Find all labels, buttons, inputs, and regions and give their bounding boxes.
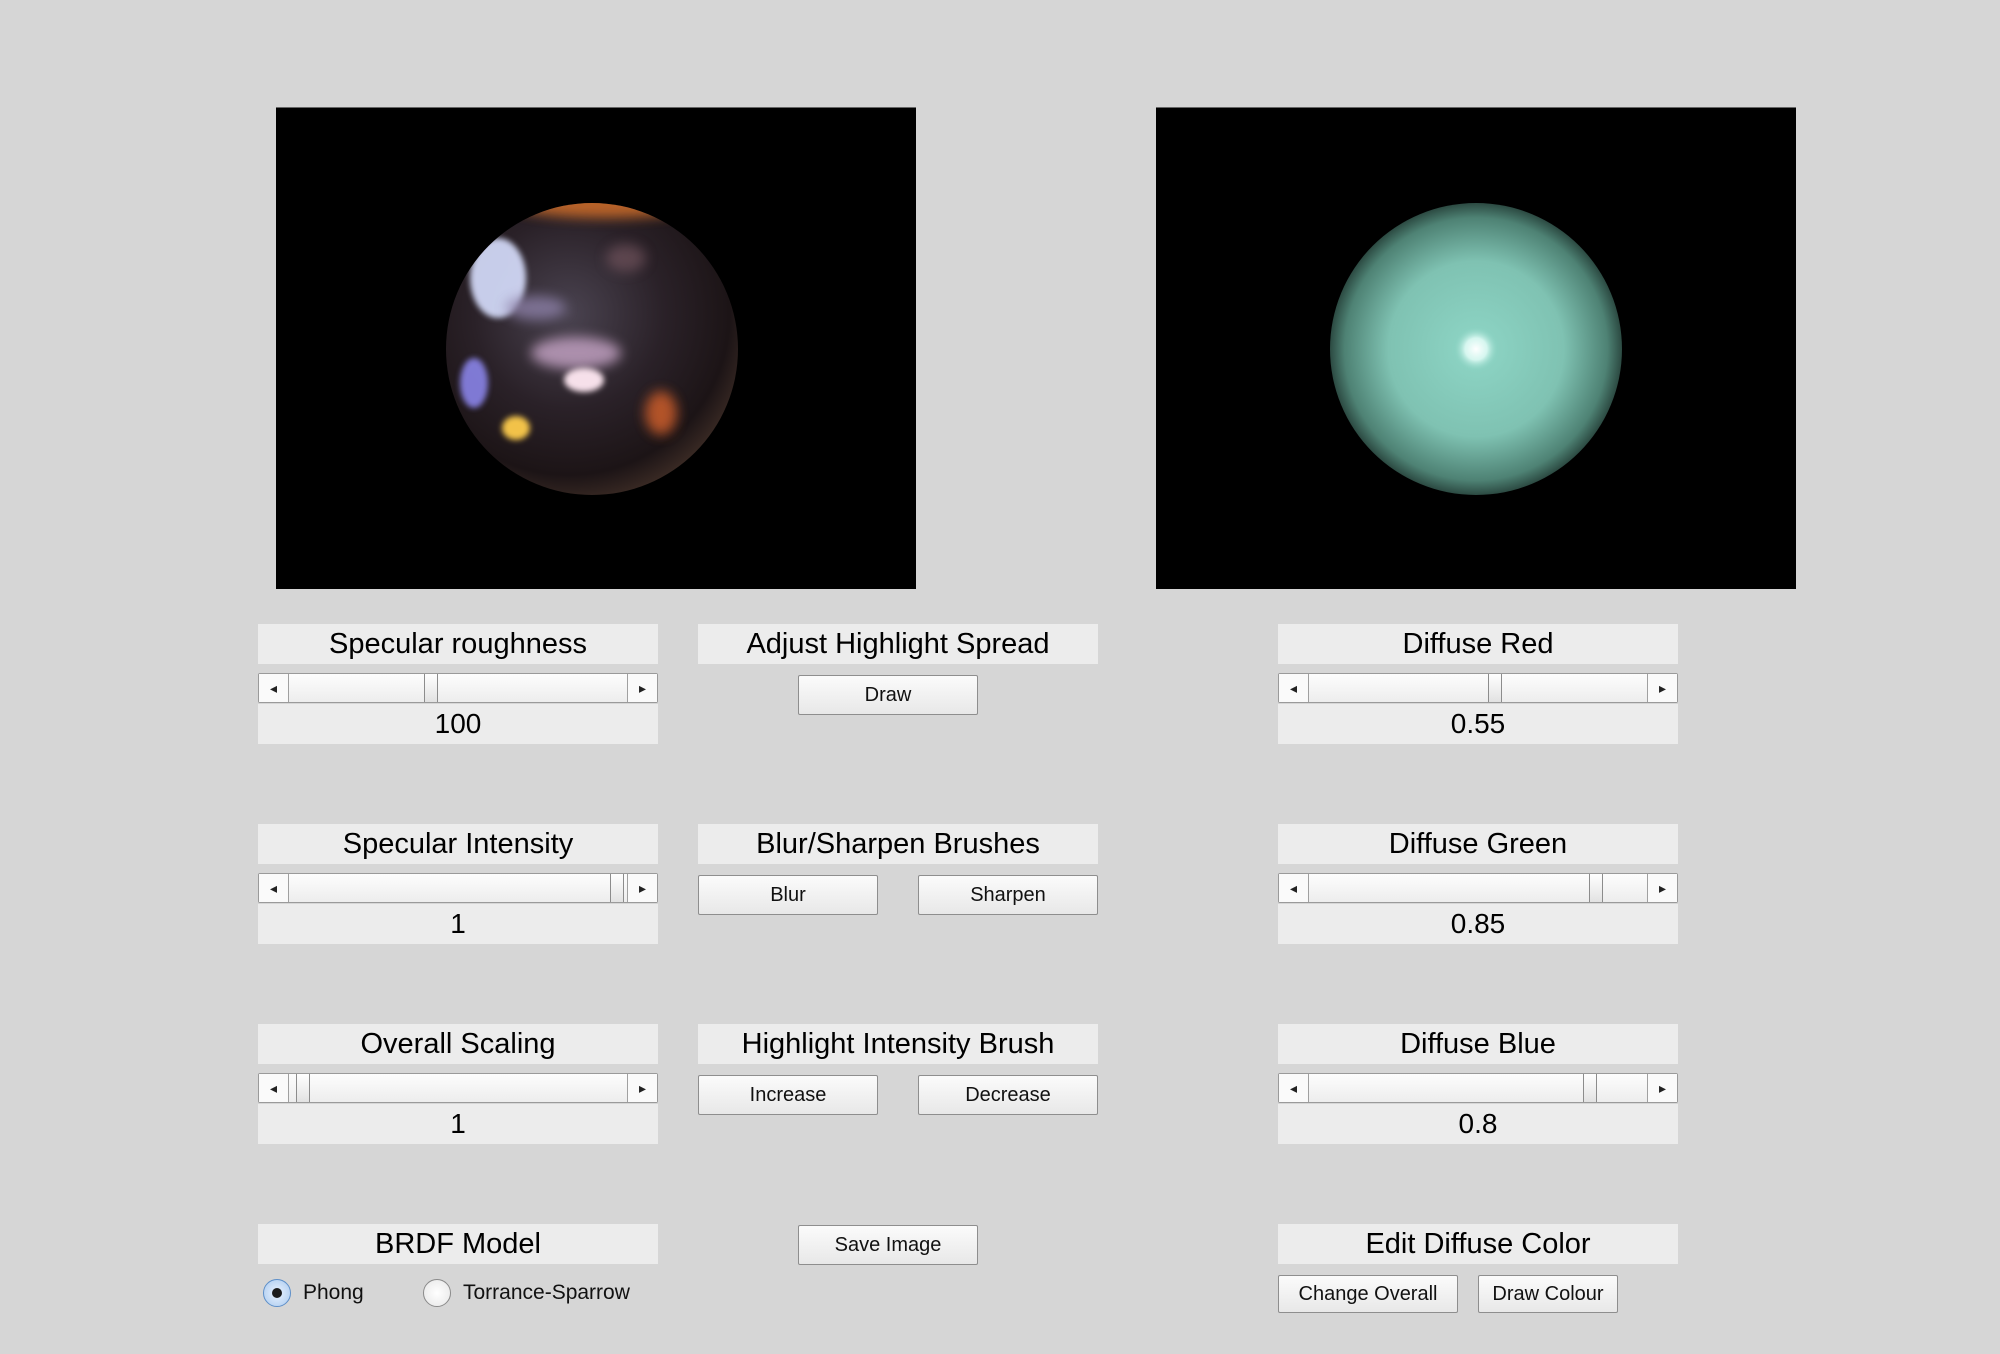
sharpen-button[interactable]: Sharpen [918, 875, 1098, 915]
slider-right-arrow-icon[interactable]: ▸ [1647, 874, 1677, 902]
slider-track[interactable] [1309, 1074, 1647, 1102]
radio-unselected-icon[interactable] [423, 1279, 451, 1307]
slider-thumb[interactable] [295, 1074, 310, 1102]
diffuse-blue-slider[interactable]: ◂ ▸ [1278, 1073, 1678, 1103]
slider-left-arrow-icon[interactable]: ◂ [259, 874, 289, 902]
decrease-button[interactable]: Decrease [918, 1075, 1098, 1115]
specular-roughness-slider[interactable]: ◂ ▸ [258, 673, 658, 703]
radio-torrance-sparrow[interactable]: Torrance-Sparrow [423, 1279, 630, 1307]
radio-phong-label: Phong [303, 1281, 364, 1304]
slider-track[interactable] [1309, 874, 1647, 902]
brdf-model-label: BRDF Model [258, 1224, 658, 1264]
radio-torrance-sparrow-label: Torrance-Sparrow [463, 1281, 630, 1304]
diffuse-red-slider[interactable]: ◂ ▸ [1278, 673, 1678, 703]
diffuse-green-label: Diffuse Green [1278, 824, 1678, 864]
specular-roughness-value: 100 [258, 704, 658, 744]
blur-button[interactable]: Blur [698, 875, 878, 915]
slider-track[interactable] [1309, 674, 1647, 702]
diffuse-green-value: 0.85 [1278, 904, 1678, 944]
slider-right-arrow-icon[interactable]: ▸ [627, 674, 657, 702]
change-overall-button[interactable]: Change Overall [1278, 1275, 1458, 1313]
increase-button[interactable]: Increase [698, 1075, 878, 1115]
highlight-spread-label: Adjust Highlight Spread [698, 624, 1098, 664]
slider-thumb[interactable] [1487, 674, 1502, 702]
slider-left-arrow-icon[interactable]: ◂ [1279, 674, 1309, 702]
diffuse-blue-label: Diffuse Blue [1278, 1024, 1678, 1064]
diffuse-green-slider[interactable]: ◂ ▸ [1278, 873, 1678, 903]
slider-right-arrow-icon[interactable]: ▸ [627, 1074, 657, 1102]
slider-thumb[interactable] [609, 874, 624, 902]
blur-sharpen-label: Blur/Sharpen Brushes [698, 824, 1098, 864]
draw-button[interactable]: Draw [798, 675, 978, 715]
slider-left-arrow-icon[interactable]: ◂ [259, 1074, 289, 1102]
diffuse-red-label: Diffuse Red [1278, 624, 1678, 664]
diffuse-blue-value: 0.8 [1278, 1104, 1678, 1144]
draw-colour-button[interactable]: Draw Colour [1478, 1275, 1618, 1313]
diffuse-red-value: 0.55 [1278, 704, 1678, 744]
overall-scaling-label: Overall Scaling [258, 1024, 658, 1064]
highlight-intensity-label: Highlight Intensity Brush [698, 1024, 1098, 1064]
slider-thumb[interactable] [1589, 874, 1604, 902]
slider-left-arrow-icon[interactable]: ◂ [1279, 1074, 1309, 1102]
slider-track[interactable] [289, 874, 627, 902]
slider-track[interactable] [289, 1074, 627, 1102]
radio-phong[interactable]: Phong [263, 1279, 364, 1307]
specular-roughness-label: Specular roughness [258, 624, 658, 664]
slider-right-arrow-icon[interactable]: ▸ [1647, 674, 1677, 702]
edit-diffuse-label: Edit Diffuse Color [1278, 1224, 1678, 1264]
slider-left-arrow-icon[interactable]: ◂ [1279, 874, 1309, 902]
specular-intensity-value: 1 [258, 904, 658, 944]
slider-right-arrow-icon[interactable]: ▸ [1647, 1074, 1677, 1102]
save-image-button[interactable]: Save Image [798, 1225, 978, 1265]
slider-left-arrow-icon[interactable]: ◂ [259, 674, 289, 702]
diffuse-sphere-image [1330, 203, 1622, 495]
specular-intensity-label: Specular Intensity [258, 824, 658, 864]
slider-track[interactable] [289, 674, 627, 702]
specular-intensity-slider[interactable]: ◂ ▸ [258, 873, 658, 903]
overall-scaling-value: 1 [258, 1104, 658, 1144]
overall-scaling-slider[interactable]: ◂ ▸ [258, 1073, 658, 1103]
specular-render-canvas[interactable] [276, 107, 916, 589]
radio-selected-icon[interactable] [263, 1279, 291, 1307]
slider-thumb[interactable] [1582, 1074, 1597, 1102]
diffuse-render-canvas[interactable] [1156, 107, 1796, 589]
slider-right-arrow-icon[interactable]: ▸ [627, 874, 657, 902]
slider-thumb[interactable] [423, 674, 438, 702]
specular-sphere-image [446, 203, 738, 495]
